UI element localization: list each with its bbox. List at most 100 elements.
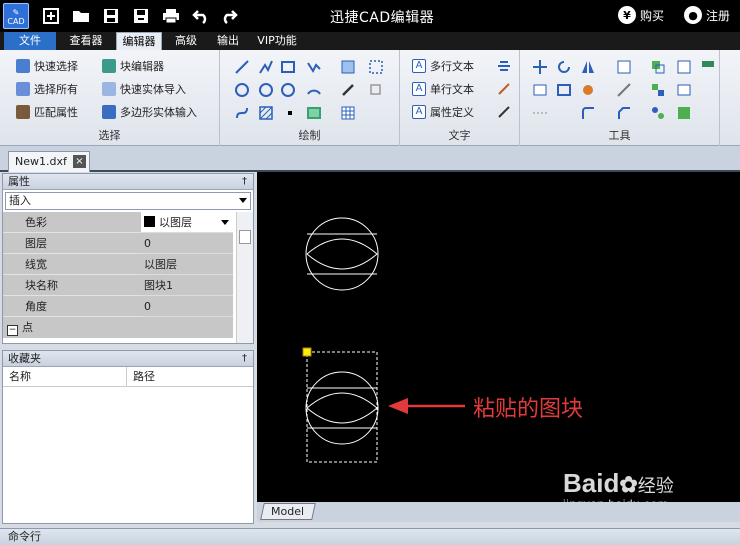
curve-icon[interactable]	[234, 105, 250, 121]
tab-viewer[interactable]: 查看器	[62, 32, 110, 50]
hatch-pattern-icon[interactable]	[258, 105, 274, 121]
register-label: 注册	[706, 8, 731, 23]
export-icon[interactable]	[676, 105, 692, 121]
grip-point	[302, 347, 312, 357]
mtext-button[interactable]: A 多行文本	[412, 57, 474, 75]
draw-group-label: 绘制	[298, 129, 321, 142]
new-file-icon[interactable]	[40, 6, 62, 26]
offset-icon[interactable]	[556, 82, 572, 98]
open-folder-icon[interactable]	[70, 6, 92, 26]
drawing-canvas[interactable]: 粘贴的图块 Baid✿经验 jingyan.baidu.com	[257, 172, 740, 511]
pin-icon[interactable]: †	[242, 351, 247, 367]
trim-icon[interactable]	[532, 105, 548, 121]
color-dropdown[interactable]: 以图层	[141, 212, 233, 233]
ribbon: 快速选择 块编辑器 选择所有 快速实体导入 匹配属性 多边形实体输入 选择 绘制…	[0, 50, 740, 146]
polyline-icon[interactable]	[258, 59, 274, 75]
register-button[interactable]: ● 注册	[684, 6, 730, 24]
property-section-point[interactable]: − 点	[3, 317, 253, 338]
copy-icon[interactable]	[368, 82, 384, 98]
network-icon[interactable]	[650, 105, 666, 121]
chamfer-icon[interactable]	[616, 105, 632, 121]
move-icon[interactable]	[532, 59, 548, 75]
tab-model[interactable]: Model	[260, 503, 316, 520]
block-icon[interactable]	[676, 59, 692, 75]
paint-icon[interactable]	[580, 82, 596, 98]
block-editor-label: 块编辑器	[120, 60, 164, 73]
tools-group: 工具	[520, 50, 720, 146]
hatch-icon[interactable]	[340, 59, 356, 75]
property-row-block-name[interactable]: 块名称 图块1	[3, 275, 253, 296]
property-key: 图层	[3, 233, 141, 254]
watermark-brand: Baid	[563, 468, 620, 498]
property-row-angle[interactable]: 角度 0	[3, 296, 253, 317]
tab-file[interactable]: 文件	[4, 32, 56, 50]
properties-scrollbar[interactable]	[236, 212, 253, 343]
text-style-icon[interactable]	[496, 58, 512, 74]
close-icon[interactable]: ×	[73, 155, 86, 168]
tab-editor[interactable]: 编辑器	[116, 32, 162, 50]
match-properties-button[interactable]: 匹配属性	[16, 103, 78, 121]
explode-icon[interactable]	[650, 82, 666, 98]
document-tab[interactable]: New1.dxf ×	[8, 151, 90, 172]
collapse-icon[interactable]: −	[7, 325, 18, 336]
favorites-columns: 名称 路径	[3, 367, 253, 387]
array-icon[interactable]	[532, 82, 548, 98]
select-group-label: 选择	[98, 129, 121, 142]
fillet-icon[interactable]	[580, 105, 596, 121]
scale-icon[interactable]	[616, 82, 632, 98]
property-row-layer[interactable]: 图层 0	[3, 233, 253, 254]
entity-type-select[interactable]: 插入	[5, 192, 251, 210]
table-icon[interactable]	[340, 105, 356, 121]
arc-icon[interactable]	[306, 82, 322, 98]
tab-output[interactable]: 输出	[210, 32, 246, 50]
brush-icon	[16, 105, 30, 119]
column-path[interactable]: 路径	[127, 367, 155, 386]
properties-icon[interactable]	[676, 82, 692, 98]
command-bar[interactable]: 命令行	[0, 528, 740, 545]
layer-icon[interactable]	[616, 59, 632, 75]
circle-icon[interactable]	[234, 82, 250, 98]
chevron-down-icon	[221, 220, 229, 225]
attribute-icon: A	[412, 105, 426, 119]
mirror-icon[interactable]	[580, 59, 596, 75]
point-icon[interactable]	[282, 105, 298, 121]
line-icon[interactable]	[234, 59, 250, 75]
block-editor-button[interactable]: 块编辑器	[102, 57, 164, 75]
quick-entity-import-button[interactable]: 快速实体导入	[102, 80, 186, 98]
text-button[interactable]: A 单行文本	[412, 80, 474, 98]
pen-icon[interactable]	[340, 82, 356, 98]
quick-select-button[interactable]: 快速选择	[16, 57, 78, 75]
tab-vip[interactable]: VIP功能	[252, 32, 302, 50]
save-icon[interactable]	[100, 6, 122, 26]
attribute-definition-button[interactable]: A 属性定义	[412, 103, 474, 121]
property-row-lineweight[interactable]: 线宽 以图层	[3, 254, 253, 275]
print-icon[interactable]	[160, 6, 182, 26]
save-as-icon[interactable]	[130, 6, 152, 26]
flag-icon[interactable]	[700, 59, 716, 75]
block-lens	[306, 238, 378, 270]
property-row-color[interactable]: 色彩 以图层	[3, 212, 253, 233]
mtext-label: 多行文本	[430, 60, 474, 73]
image-icon[interactable]	[306, 105, 322, 121]
tab-advanced[interactable]: 高级	[168, 32, 204, 50]
app-logo[interactable]: ✎ CAD	[3, 3, 29, 29]
column-name[interactable]: 名称	[3, 367, 127, 386]
polygon-entity-input-button[interactable]: 多边形实体输入	[102, 103, 197, 121]
circle-2pt-icon[interactable]	[258, 82, 274, 98]
block-lines	[307, 387, 377, 429]
pin-icon[interactable]: †	[242, 174, 247, 190]
scrollbar-thumb[interactable]	[239, 230, 251, 244]
group-icon[interactable]	[650, 59, 666, 75]
rotate-icon[interactable]	[556, 59, 572, 75]
text-edit-icon[interactable]	[496, 81, 512, 97]
select-all-button[interactable]: 选择所有	[16, 80, 78, 98]
text-pen-icon[interactable]	[496, 104, 512, 120]
circle-3pt-icon[interactable]	[280, 82, 296, 98]
selection-box-icon[interactable]	[368, 59, 384, 75]
undo-icon[interactable]	[190, 6, 212, 26]
spline-icon[interactable]	[306, 59, 322, 75]
redo-icon[interactable]	[218, 6, 240, 26]
buy-button[interactable]: ¥ 购买	[618, 6, 664, 24]
color-swatch	[144, 216, 155, 227]
rectangle-icon[interactable]	[280, 59, 296, 75]
